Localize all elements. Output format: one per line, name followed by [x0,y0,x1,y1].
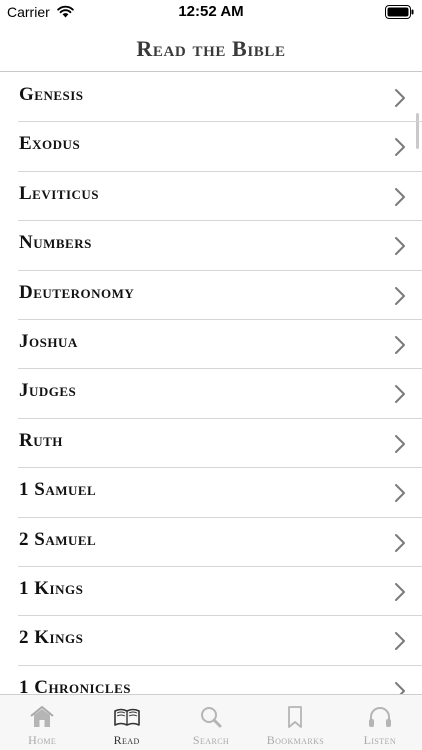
chevron-right-icon [394,88,406,108]
book-name: 2 Samuel [19,528,97,550]
chevron-right-icon [394,335,406,355]
nav-header: Read the Bible [0,24,422,72]
book-name: 2 Kings [19,627,84,649]
book-row[interactable]: Ruth [0,419,422,469]
book-list[interactable]: Genesis Exodus Leviticus Numbers Deuteronomy… [0,73,422,695]
bookmark-icon [281,705,309,729]
book-name: Judges [19,380,77,402]
tab-listen[interactable]: Listen [338,695,422,750]
page-title: Read the Bible [136,36,286,61]
book-row[interactable]: Judges [0,369,422,420]
book-row[interactable]: Joshua [0,320,422,370]
book-name: 1 Kings [19,577,84,599]
book-name: Numbers [19,232,92,254]
book-row[interactable]: Genesis [0,73,422,123]
chevron-right-icon [394,137,406,157]
book-name: 1 Samuel [19,479,97,501]
chevron-right-icon [394,681,406,695]
book-row[interactable]: Leviticus [0,172,422,222]
chevron-right-icon [394,286,406,306]
book-name: 1 Chronicles [19,676,131,695]
tab-home[interactable]: Home [0,695,84,750]
book-row[interactable]: 1 Samuel [0,468,422,518]
battery-icon [385,5,414,19]
book-row[interactable]: Exodus [0,122,422,173]
book-row[interactable]: Numbers [0,221,422,271]
chevron-right-icon [394,187,406,207]
tab-read[interactable]: Read [84,695,168,750]
chevron-right-icon [394,434,406,454]
book-row[interactable]: 1 Kings [0,567,422,617]
chevron-right-icon [394,483,406,503]
book-name: Deuteronomy [19,281,135,303]
tab-label: Listen [363,733,397,747]
book-name: Genesis [19,84,84,105]
book-name: Exodus [19,133,81,155]
tab-search[interactable]: Search [169,695,253,750]
book-row[interactable]: 2 Kings [0,616,422,667]
status-bar: Carrier 12:52 AM [0,0,422,24]
chevron-right-icon [394,236,406,256]
book-row[interactable]: Deuteronomy [0,271,422,321]
book-icon [113,705,141,729]
chevron-right-icon [394,631,406,651]
status-time: 12:52 AM [178,3,244,20]
tab-bar: Home Read Search Bookmarks Listen [0,694,422,750]
book-name: Ruth [19,429,63,451]
book-name: Leviticus [19,182,100,204]
chevron-right-icon [394,384,406,404]
book-name: Joshua [19,330,78,352]
tab-label: Bookmarks [266,733,325,747]
search-icon [197,705,225,729]
chevron-right-icon [394,533,406,553]
home-icon [28,705,56,729]
tab-label: Search [192,733,230,747]
chevron-right-icon [394,582,406,602]
headphones-icon [366,705,394,729]
tab-label: Read [113,733,140,747]
book-row[interactable]: 1 Chronicles [0,666,422,695]
tab-label: Home [28,733,57,747]
tab-bookmarks[interactable]: Bookmarks [253,695,337,750]
book-row[interactable]: 2 Samuel [0,518,422,568]
